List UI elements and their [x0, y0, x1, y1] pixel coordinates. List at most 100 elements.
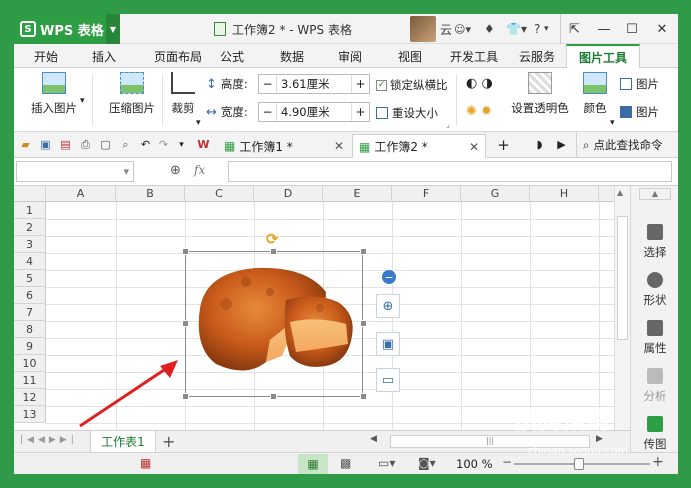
upload-picture-pane-button[interactable]: 传图 — [631, 416, 678, 452]
find-icon[interactable]: ⌕ — [118, 137, 133, 152]
redo-icon[interactable]: ↷ — [156, 137, 171, 152]
zoom-slider-thumb[interactable] — [574, 458, 584, 470]
tab-insert[interactable]: 插入 — [82, 44, 126, 68]
chevron-down-icon[interactable]: ▼ — [106, 14, 120, 44]
row-header[interactable]: 2 — [14, 219, 46, 236]
resize-handle[interactable] — [360, 320, 367, 327]
fx-icon[interactable]: fx — [194, 163, 205, 177]
property-pane-button[interactable]: 属性 — [631, 320, 678, 356]
maximize-button[interactable]: ☐ — [618, 14, 646, 44]
rotate-handle-icon[interactable]: ⟳ — [266, 230, 279, 248]
open-icon[interactable]: ▰ — [18, 137, 33, 152]
resize-handle[interactable] — [270, 248, 277, 255]
zoom-formula-icon[interactable]: ⊕ — [170, 163, 181, 178]
crop-button[interactable]: 裁剪 — [164, 72, 202, 116]
scroll-thumb[interactable] — [617, 216, 628, 340]
decrease-width-button[interactable]: − — [259, 103, 277, 121]
doc-tab-workbook1[interactable]: ▦ 工作簿1 * ✕ — [218, 134, 350, 158]
close-icon[interactable]: ✕ — [469, 140, 479, 154]
row-header[interactable]: 11 — [14, 372, 46, 389]
user-name[interactable]: 云 — [440, 14, 452, 44]
tab-formula[interactable]: 公式 — [210, 44, 254, 68]
scroll-right-icon[interactable]: ▶ — [596, 434, 603, 444]
zoom-in-icon[interactable]: + — [652, 454, 664, 470]
feedback-icon[interactable]: ♦ — [484, 14, 495, 44]
row-header[interactable]: 3 — [14, 236, 46, 253]
brightness-icon[interactable]: ◐ ◑ — [466, 76, 493, 91]
print-icon[interactable]: ⎙ — [78, 137, 93, 152]
resize-handle[interactable] — [270, 393, 277, 400]
column-header[interactable]: B — [116, 186, 185, 202]
row-header[interactable]: 8 — [14, 321, 46, 338]
resize-handle[interactable] — [360, 393, 367, 400]
restore-layout-icon[interactable]: ⇱ — [560, 14, 588, 44]
name-box[interactable]: ▾ — [16, 161, 134, 182]
tab-menu-icon[interactable]: ▶ — [554, 137, 569, 152]
minimize-button[interactable]: — — [590, 14, 618, 44]
row-header[interactable]: 1 — [14, 202, 46, 219]
increase-width-button[interactable]: + — [351, 103, 369, 121]
print-preview-icon[interactable]: ▢ — [98, 137, 113, 152]
column-header[interactable]: D — [254, 186, 323, 202]
column-header[interactable]: G — [461, 186, 530, 202]
row-header[interactable]: 10 — [14, 355, 46, 372]
crop-picture-button[interactable]: ▣ — [376, 332, 400, 356]
column-header[interactable]: A — [46, 186, 116, 202]
spreadsheet-grid[interactable]: A B C D E F G H 1 2 3 4 5 6 7 8 9 10 11 … — [14, 186, 630, 430]
tab-review[interactable]: 审阅 — [328, 44, 372, 68]
resize-handle[interactable] — [360, 248, 367, 255]
set-transparent-button[interactable]: 设置透明色 — [510, 72, 570, 116]
scroll-left-icon[interactable]: ◀ — [370, 434, 377, 444]
analysis-pane-button[interactable]: 分析 — [631, 368, 678, 404]
picture-outline-button[interactable]: 图片 — [620, 76, 659, 92]
color-button[interactable]: 颜色 — [578, 72, 612, 116]
insert-picture-button[interactable]: 插入图片 — [24, 72, 84, 116]
customize-icon[interactable]: ▾ — [174, 137, 189, 152]
save-icon[interactable]: ▣ — [38, 137, 53, 152]
reading-layout-icon[interactable]: ▭▾ — [378, 456, 395, 470]
chevron-down-icon[interactable]: ▾ — [80, 96, 85, 106]
zoom-picture-button[interactable]: ⊕ — [376, 294, 400, 318]
vertical-scrollbar[interactable]: ▲ — [614, 186, 630, 430]
collapse-pane-icon[interactable]: ▲ — [639, 188, 671, 200]
app-menu-button[interactable]: S WPS 表格 ▼ — [14, 14, 120, 44]
sheet-nav-icons[interactable]: |◀◀▶▶| — [20, 435, 78, 445]
tab-cloud[interactable]: 云服务 — [510, 44, 564, 68]
column-header[interactable]: C — [185, 186, 254, 202]
chevron-down-icon[interactable]: ▾ — [196, 118, 201, 128]
row-header[interactable]: 12 — [14, 389, 46, 406]
tab-list-icon[interactable]: ◗ — [532, 137, 547, 152]
dialog-launcher-icon[interactable]: ⌟ — [446, 120, 450, 129]
help-icon[interactable]: ? — [534, 14, 540, 44]
row-header[interactable]: 4 — [14, 253, 46, 270]
reset-size-button[interactable]: 重设大小 — [376, 105, 438, 121]
select-pane-button[interactable]: 选择 — [631, 224, 678, 260]
checkbox-icon[interactable]: ✓ — [376, 79, 387, 91]
tab-developer[interactable]: 开发工具 — [442, 44, 506, 68]
lock-ratio-checkbox[interactable]: ✓ 锁定纵横比 — [376, 77, 448, 93]
zoom-out-icon[interactable]: − — [502, 455, 512, 469]
shape-pane-button[interactable]: 形状 — [631, 272, 678, 308]
skin-icon[interactable]: 👕▾ — [506, 14, 527, 44]
resize-handle[interactable] — [182, 320, 189, 327]
doc-tab-workbook2[interactable]: ▦ 工作簿2 * ✕ — [352, 134, 486, 158]
calendar-icon[interactable]: ▦ — [140, 456, 151, 470]
pdf-icon[interactable]: ▤ — [58, 137, 73, 152]
row-header[interactable]: 7 — [14, 304, 46, 321]
inserted-picture[interactable] — [185, 251, 363, 397]
new-tab-icon[interactable]: + — [496, 136, 511, 154]
width-value[interactable]: 4.90厘米 — [277, 104, 351, 120]
contrast-icon[interactable]: ✺ ✹ — [466, 104, 492, 119]
select-all-corner[interactable] — [14, 186, 46, 202]
tab-view[interactable]: 视图 — [388, 44, 432, 68]
close-button[interactable]: ✕ — [648, 14, 676, 44]
picture-layout-button[interactable]: ▭ — [376, 368, 400, 392]
column-header[interactable]: F — [392, 186, 461, 202]
page-break-view-icon[interactable]: ▩ — [340, 456, 351, 470]
collapse-float-toolbar-icon[interactable]: − — [382, 270, 396, 284]
tab-home[interactable]: 开始 — [24, 44, 68, 68]
formula-input[interactable] — [228, 161, 672, 182]
undo-icon[interactable]: ↶ — [138, 137, 153, 152]
eye-protect-icon[interactable]: ◙▾ — [418, 456, 436, 470]
picture-effect-button[interactable]: 图片 — [620, 104, 659, 120]
